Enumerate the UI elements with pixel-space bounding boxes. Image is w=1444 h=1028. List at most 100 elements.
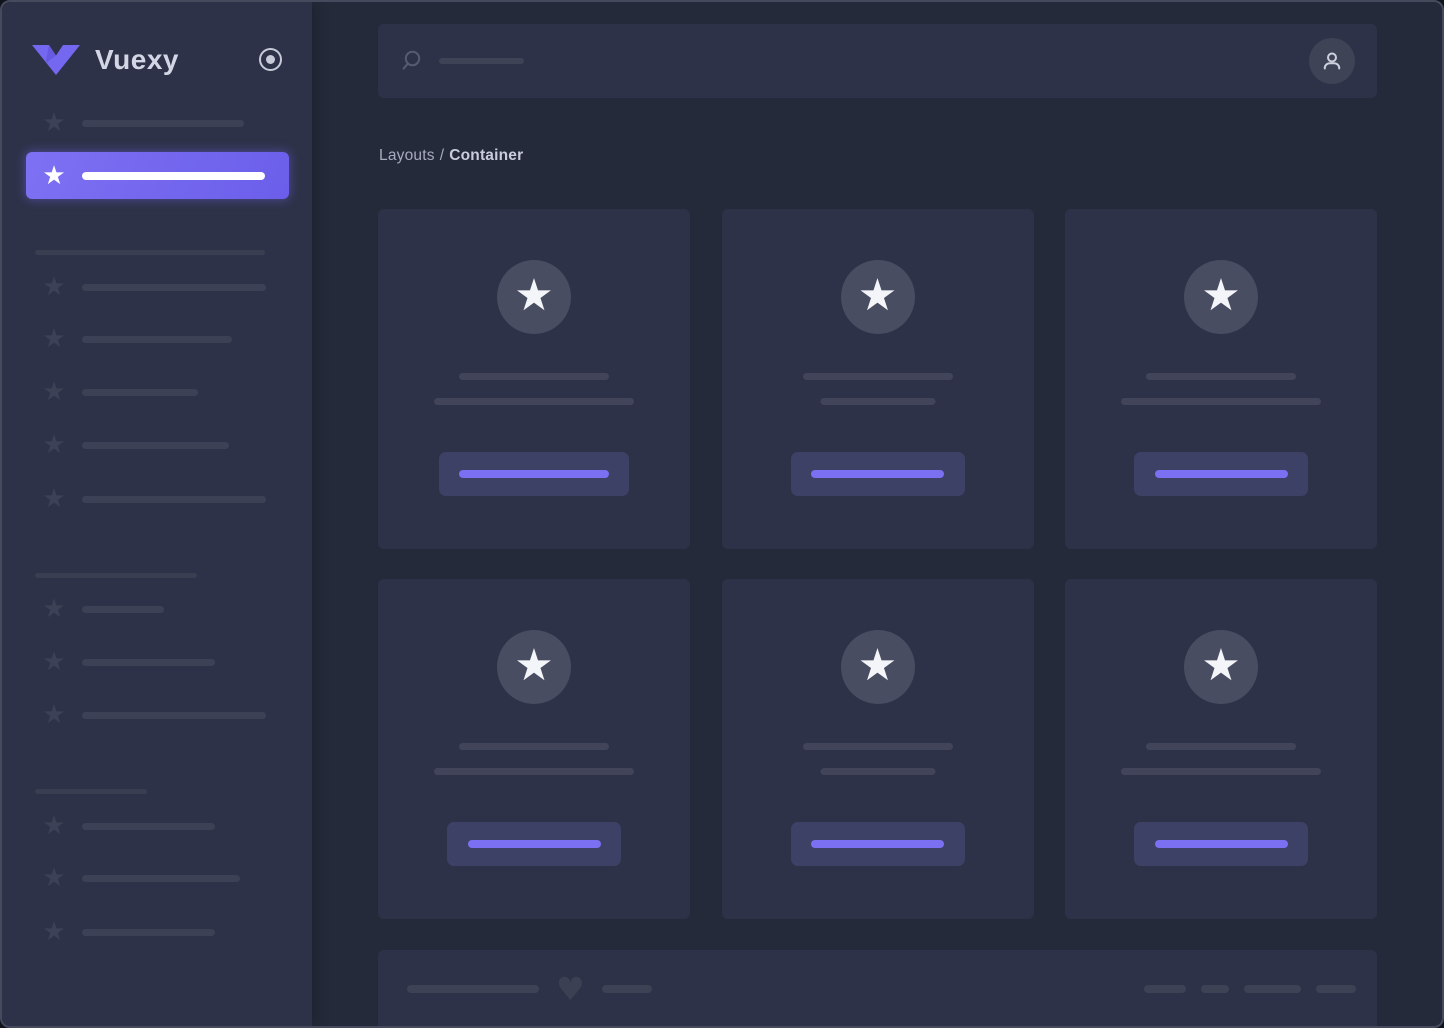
card-avatar: ★ <box>840 260 915 334</box>
footer-text-skeleton <box>1144 985 1186 993</box>
nav-label-skeleton <box>82 335 232 343</box>
nav-label-skeleton <box>82 495 266 503</box>
sidebar-section-header-skeleton <box>35 789 147 794</box>
star-icon: ★ <box>42 108 66 138</box>
footer-text-skeleton <box>1316 985 1356 993</box>
star-icon: ★ <box>42 272 66 302</box>
breadcrumb-separator: / <box>439 147 445 164</box>
star-icon: ★ <box>514 269 554 321</box>
content-card: ★ <box>721 579 1034 919</box>
sidebar-nav-item[interactable]: ★ <box>42 325 232 353</box>
card-button[interactable] <box>1134 452 1308 496</box>
card-title-skeleton <box>459 743 609 750</box>
content-card: ★ <box>1065 209 1377 549</box>
star-icon: ★ <box>1201 269 1241 321</box>
footer-text-skeleton <box>1244 985 1301 993</box>
sidebar-nav-item[interactable]: ★ <box>42 273 266 301</box>
star-icon: ★ <box>857 639 898 691</box>
breadcrumb-current: Container <box>449 147 524 164</box>
footer-text-skeleton <box>407 985 539 993</box>
card-title-skeleton <box>802 373 953 380</box>
nav-label-skeleton <box>82 283 266 291</box>
sidebar-nav-item[interactable]: ★ <box>42 864 240 892</box>
search-bar[interactable] <box>378 24 1377 98</box>
sidebar-nav-item[interactable]: ★ <box>42 595 164 623</box>
card-button-label-skeleton <box>467 840 601 848</box>
breadcrumb-section-link[interactable]: Layouts <box>379 147 435 164</box>
app-window: Vuexy ★ ★ ★ ★ ★ ★ ★ ★ ★ ★ ★ ★ ★ Layouts … <box>0 0 1444 1028</box>
card-subtitle-skeleton <box>434 398 634 405</box>
card-avatar: ★ <box>497 260 571 334</box>
card-subtitle-skeleton <box>1121 768 1321 775</box>
star-icon: ★ <box>42 917 66 947</box>
sidebar-nav-item[interactable]: ★ <box>42 812 215 840</box>
card-button-label-skeleton <box>811 840 944 848</box>
card-title-skeleton <box>1146 373 1296 380</box>
card-subtitle-skeleton <box>434 768 634 775</box>
footer-bar: ♥ <box>378 950 1377 1026</box>
menu-pin-toggle[interactable] <box>259 48 282 71</box>
card-avatar: ★ <box>1184 260 1258 334</box>
star-icon: ★ <box>514 639 554 691</box>
card-avatar: ★ <box>1184 630 1258 704</box>
nav-label-skeleton <box>82 119 244 127</box>
nav-label-skeleton <box>82 171 265 180</box>
heart-icon: ♥ <box>556 970 585 1008</box>
sidebar-section-header-skeleton <box>35 250 265 255</box>
star-icon: ★ <box>857 269 898 321</box>
star-icon: ★ <box>42 484 66 514</box>
card-button-label-skeleton <box>1154 840 1288 848</box>
search-icon <box>402 50 421 70</box>
card-title-skeleton <box>1146 743 1296 750</box>
card-button[interactable] <box>790 452 965 496</box>
person-icon <box>1323 52 1341 70</box>
card-button-label-skeleton <box>459 470 609 478</box>
sidebar-nav-item[interactable]: ★ <box>42 378 198 406</box>
card-button-label-skeleton <box>811 470 944 478</box>
sidebar-nav-item[interactable]: ★ <box>42 701 266 729</box>
sidebar: Vuexy ★ ★ ★ ★ ★ ★ ★ ★ ★ ★ ★ ★ ★ <box>2 2 312 1026</box>
user-avatar[interactable] <box>1309 38 1355 84</box>
nav-label-skeleton <box>82 822 215 830</box>
card-subtitle-skeleton <box>820 398 935 405</box>
card-avatar: ★ <box>497 630 571 704</box>
sidebar-nav-item[interactable]: ★ <box>42 485 266 513</box>
card-title-skeleton <box>459 373 609 380</box>
star-icon: ★ <box>42 324 66 354</box>
nav-label-skeleton <box>82 874 240 882</box>
star-icon: ★ <box>42 377 66 407</box>
sidebar-nav-item[interactable]: ★ <box>42 109 244 137</box>
breadcrumb: Layouts / Container <box>379 147 523 165</box>
star-icon: ★ <box>42 811 66 841</box>
card-button[interactable] <box>1134 822 1308 866</box>
brand-logo[interactable]: Vuexy <box>32 40 179 80</box>
sidebar-nav-item[interactable]: ★ <box>42 918 215 946</box>
footer-text-skeleton <box>601 985 652 993</box>
sidebar-nav-item[interactable]: ★ <box>42 648 215 676</box>
search-placeholder-skeleton <box>439 58 524 64</box>
nav-label-skeleton <box>82 605 164 613</box>
nav-label-skeleton <box>82 928 215 936</box>
card-button[interactable] <box>447 822 621 866</box>
star-icon: ★ <box>42 647 66 677</box>
card-button[interactable] <box>790 822 965 866</box>
sidebar-nav-item[interactable]: ★ <box>42 431 229 459</box>
nav-label-skeleton <box>82 711 266 719</box>
sidebar-nav-item-active[interactable]: ★ <box>26 152 289 199</box>
nav-label-skeleton <box>82 658 215 666</box>
content-card: ★ <box>378 209 690 549</box>
star-icon: ★ <box>42 594 66 624</box>
card-subtitle-skeleton <box>820 768 935 775</box>
card-avatar: ★ <box>840 630 915 704</box>
star-icon: ★ <box>42 430 66 460</box>
radio-circle-icon <box>266 55 275 64</box>
vuexy-chevron-logo-icon <box>32 45 80 75</box>
nav-label-skeleton <box>82 388 198 396</box>
brand-name: Vuexy <box>95 44 179 75</box>
star-icon: ★ <box>42 863 66 893</box>
card-title-skeleton <box>802 743 953 750</box>
card-button[interactable] <box>439 452 629 496</box>
content-card: ★ <box>378 579 690 919</box>
content-card: ★ <box>1065 579 1377 919</box>
footer-text-skeleton <box>1201 985 1229 993</box>
